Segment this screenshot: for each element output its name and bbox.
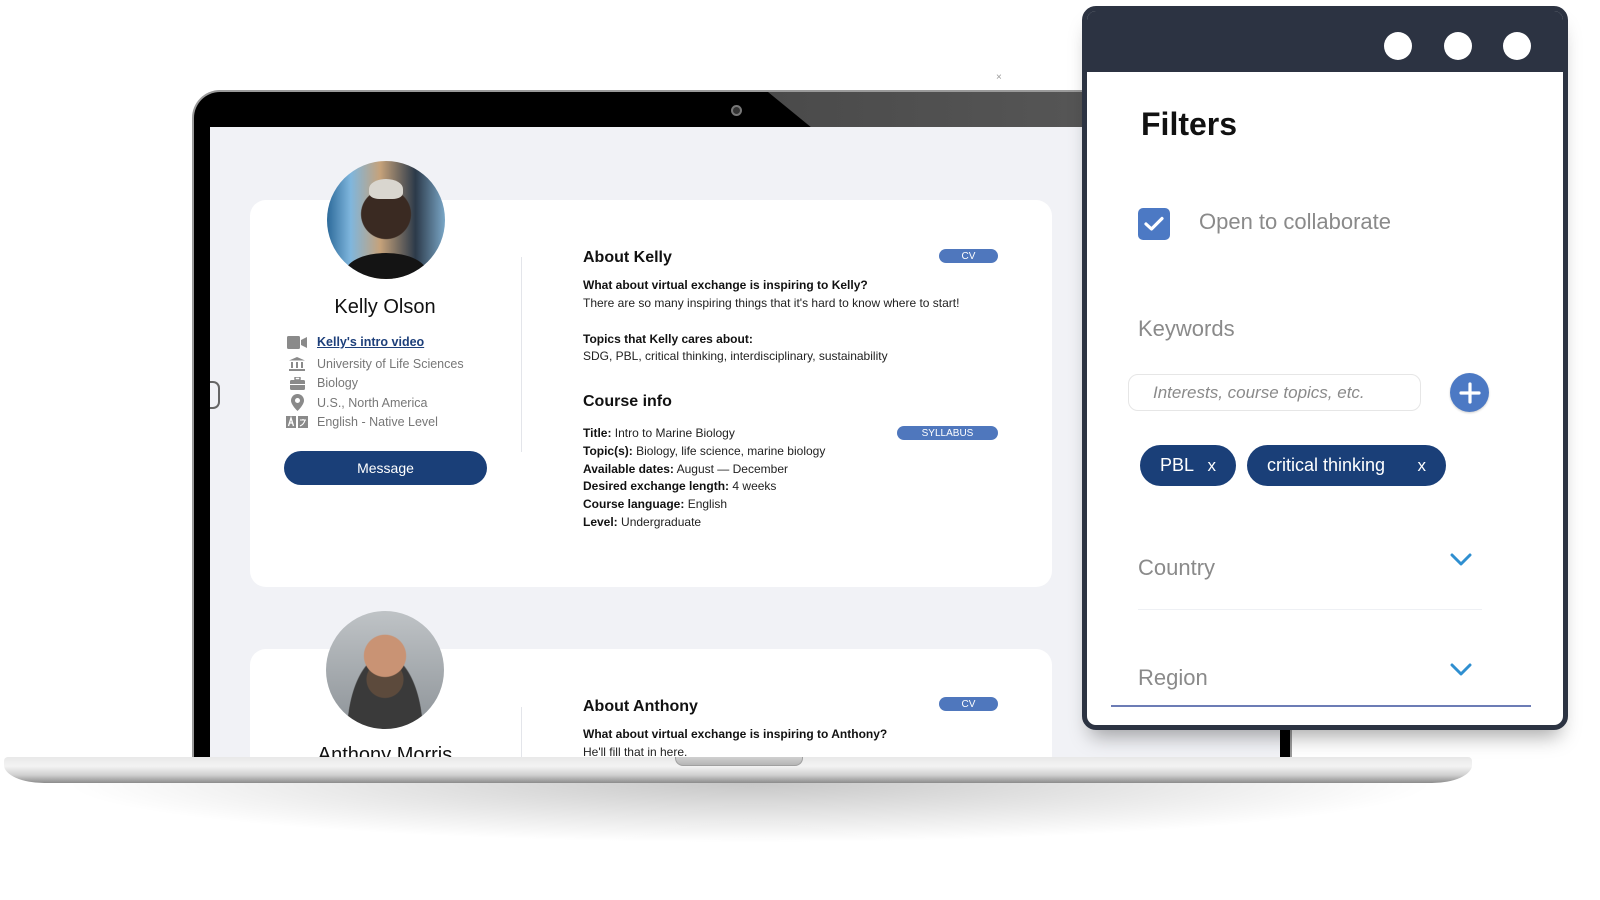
country-label: Country — [1138, 555, 1216, 580]
institution-icon — [286, 356, 308, 371]
course-length-row: Desired exchange length: 4 weeks — [583, 478, 825, 496]
inspiring-question: What about virtual exchange is inspiring… — [583, 727, 888, 741]
filters-title: Filters — [1141, 106, 1238, 142]
laptop-shadow — [60, 783, 1440, 843]
translate-icon — [286, 416, 308, 429]
dropdown-divider — [1138, 609, 1482, 610]
institution-row: University of Life Sciences — [286, 354, 464, 374]
keyword-chip-label: critical thinking — [1267, 455, 1386, 475]
window-title-bar — [1087, 11, 1563, 72]
profile-info-list: Kelly's intro video University of Life S… — [286, 330, 464, 432]
syllabus-button[interactable]: SYLLABUS — [897, 426, 998, 440]
discipline-row: Biology — [286, 374, 464, 394]
window-control-dot[interactable] — [1503, 32, 1531, 60]
side-drawer-handle[interactable] — [210, 381, 220, 409]
window-control-dot[interactable] — [1384, 32, 1412, 60]
plus-icon — [1458, 381, 1481, 404]
chevron-down-icon — [1450, 553, 1472, 566]
avatar-hair — [369, 179, 403, 199]
country-dropdown[interactable]: Country — [1138, 549, 1482, 589]
briefcase-icon — [286, 376, 308, 390]
card-divider — [521, 257, 522, 452]
course-topics-row: Topic(s): Biology, life science, marine … — [583, 443, 825, 461]
course-level-value: Undergraduate — [621, 514, 702, 529]
language-text: English - Native Level — [317, 415, 438, 430]
remove-chip-button[interactable]: x — [1418, 456, 1427, 476]
keyword-chip: PBL x — [1140, 445, 1236, 486]
keyword-chip-label: PBL — [1160, 455, 1195, 475]
close-mark: × — [996, 72, 1002, 83]
course-title-row: Title: Intro to Marine Biology — [583, 425, 825, 443]
keyword-chip: critical thinking x — [1247, 445, 1446, 486]
course-dates-row: Available dates: August — December — [583, 461, 825, 479]
checkmark-icon — [1144, 216, 1164, 231]
card-divider — [521, 707, 522, 759]
course-language-value: English — [687, 497, 728, 512]
avatar-shirt — [345, 253, 427, 279]
chevron-down-icon — [1450, 663, 1472, 676]
webcam-icon — [731, 105, 742, 116]
course-length-key: Desired exchange length: — [583, 479, 730, 494]
region-underline — [1111, 705, 1531, 707]
profile-name: Kelly Olson — [334, 296, 436, 318]
course-topics-key: Topic(s): — [583, 443, 633, 458]
location-text: U.S., North America — [317, 395, 428, 410]
map-pin-icon — [286, 394, 308, 412]
region-label: Region — [1138, 665, 1208, 690]
course-length-value: 4 weeks — [732, 479, 777, 494]
language-row: English - Native Level — [286, 413, 464, 433]
course-topics-value: Biology, life science, marine biology — [636, 443, 826, 458]
intro-video-row[interactable]: Kelly's intro video — [286, 330, 464, 354]
cv-button[interactable]: CV — [939, 249, 998, 263]
video-camera-icon — [286, 335, 308, 349]
remove-chip-button[interactable]: x — [1208, 456, 1217, 476]
topics-question: Topics that Kelly cares about: — [583, 332, 753, 346]
filters-window: Filters Open to collaborate Keywords PBL… — [1082, 6, 1568, 730]
open-to-collaborate-label: Open to collaborate — [1199, 209, 1392, 234]
add-keyword-button[interactable] — [1450, 373, 1489, 412]
cv-button[interactable]: CV — [939, 697, 998, 711]
laptop-notch — [675, 757, 803, 766]
avatar — [326, 611, 444, 729]
course-dates-value: August — December — [676, 461, 788, 476]
intro-video-link[interactable]: Kelly's intro video — [317, 335, 424, 349]
course-level-row: Level: Undergraduate — [583, 514, 825, 532]
course-level-key: Level: — [583, 514, 618, 529]
course-title-key: Title: — [583, 426, 612, 440]
topics-answer: SDG, PBL, critical thinking, interdiscip… — [583, 349, 888, 363]
location-row: U.S., North America — [286, 393, 464, 413]
about-title: About Anthony — [583, 698, 698, 715]
course-info-title: Course info — [583, 393, 672, 410]
keywords-label: Keywords — [1138, 316, 1235, 341]
course-details: Title: Intro to Marine Biology Topic(s):… — [583, 425, 825, 532]
window-control-dot[interactable] — [1444, 32, 1472, 60]
keywords-input[interactable] — [1128, 374, 1421, 411]
open-to-collaborate-checkbox[interactable] — [1138, 208, 1170, 240]
institution-text: University of Life Sciences — [317, 356, 464, 371]
message-button[interactable]: Message — [284, 451, 487, 485]
course-language-row: Course language: English — [583, 496, 825, 514]
avatar — [327, 161, 445, 279]
course-language-key: Course language: — [583, 497, 685, 512]
about-title: About Kelly — [583, 249, 672, 266]
discipline-text: Biology — [317, 376, 358, 391]
course-title-value: Intro to Marine Biology — [614, 426, 735, 440]
course-dates-key: Available dates: — [583, 461, 674, 476]
inspiring-question: What about virtual exchange is inspiring… — [583, 278, 868, 292]
inspiring-answer: There are so many inspiring things that … — [583, 296, 960, 310]
region-dropdown[interactable]: Region — [1138, 659, 1482, 699]
